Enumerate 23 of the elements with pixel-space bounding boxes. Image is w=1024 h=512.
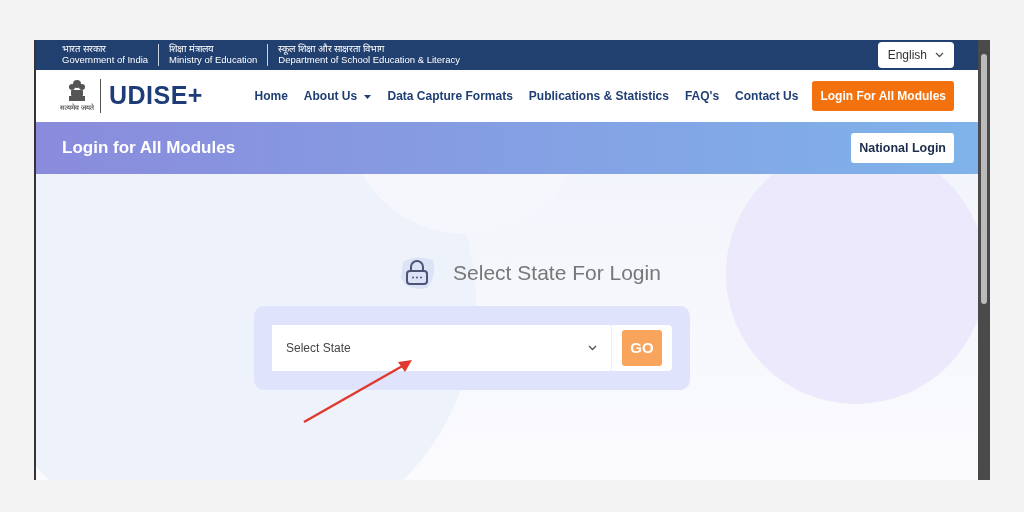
language-dropdown[interactable]: English — [877, 42, 954, 68]
state-select[interactable]: Select State — [272, 325, 612, 371]
ministry-label: Ministry of Education — [169, 55, 258, 66]
nav-link[interactable]: Home — [248, 87, 294, 105]
banner-title: Login for All Modules — [62, 137, 236, 160]
chevron-down-icon — [935, 52, 944, 58]
ministry-label: Department of School Education & Literacy — [278, 55, 460, 66]
nav-link[interactable]: Contact Us — [729, 87, 805, 105]
caret-icon — [364, 94, 372, 99]
nav-link[interactable]: FAQ's — [678, 87, 726, 105]
nav-link[interactable]: Publications & Statistics — [522, 87, 675, 105]
hindi-label: स्कूल शिक्षा और साक्षरता विभाग — [278, 44, 386, 55]
emblem-icon — [67, 78, 86, 103]
nav-link[interactable]: Data Capture Formats — [381, 87, 519, 105]
ministry-label: Government of India — [62, 55, 149, 66]
nav-dropdown[interactable]: About Us — [297, 87, 378, 105]
hindi-label: भारत सरकार — [62, 44, 107, 55]
chevron-down-icon — [588, 345, 597, 351]
hindi-label: शिक्षा मंत्रालय — [169, 44, 215, 55]
logo-text: UDISE+ — [108, 80, 203, 112]
national-login-button[interactable]: National Login — [851, 132, 954, 164]
scrollbar-thumb[interactable] — [981, 54, 987, 304]
login-heading: Select State For Login — [453, 260, 661, 287]
